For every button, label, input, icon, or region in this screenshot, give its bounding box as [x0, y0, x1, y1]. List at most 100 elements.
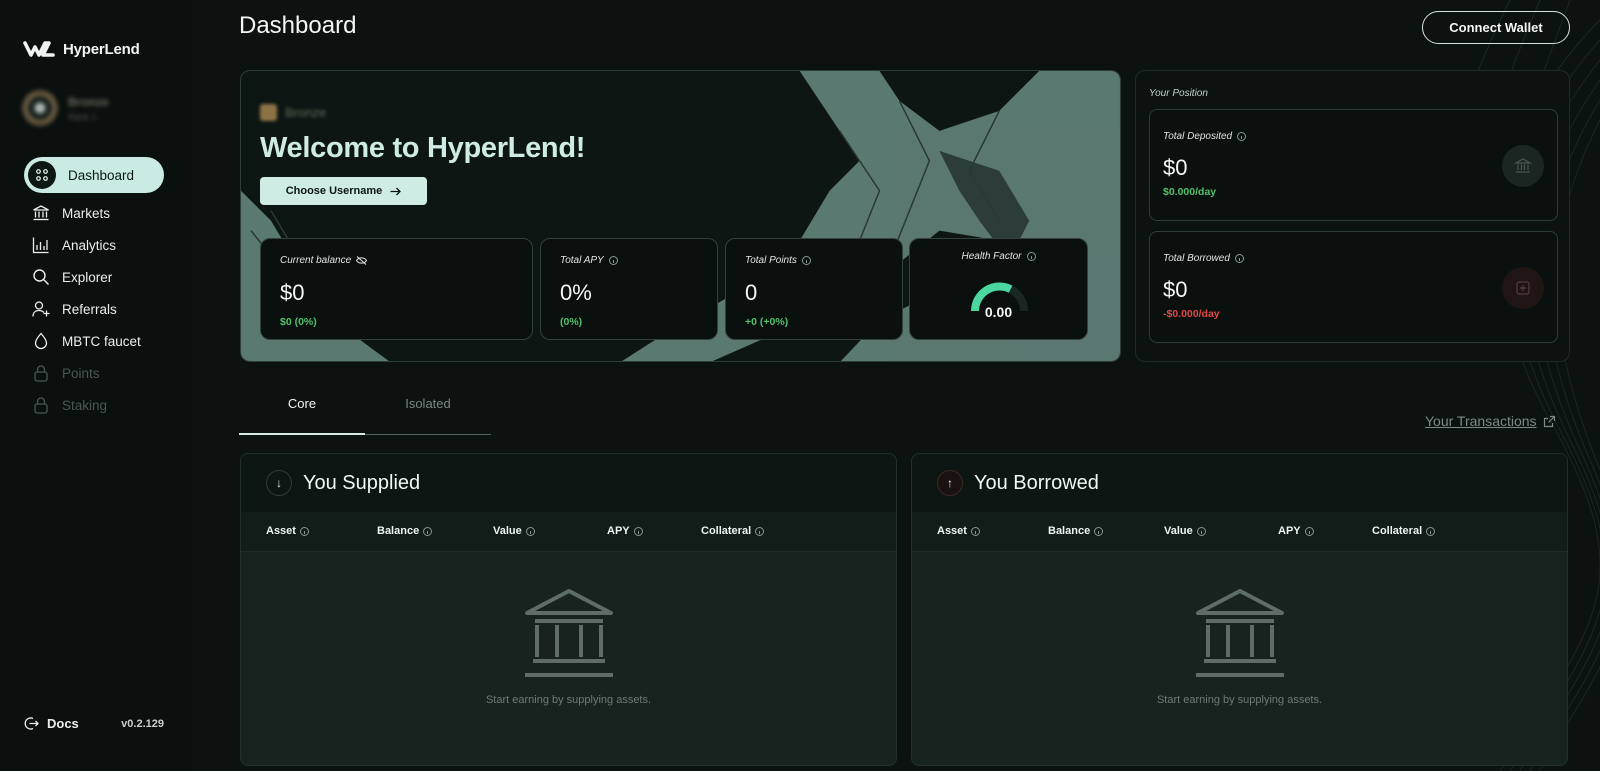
supplied-columns: Asset Balance Value APY Collateral [241, 512, 896, 552]
arrow-up-icon: ↑ [937, 470, 963, 496]
tab-isolated[interactable]: Isolated [365, 396, 491, 411]
column-collateral[interactable]: Collateral [1372, 525, 1436, 537]
column-balance[interactable]: Balance [377, 525, 433, 537]
choose-username-label: Choose Username [285, 185, 383, 197]
you-borrowed-panel: ↑ You Borrowed Asset Balance Value APY C… [911, 453, 1568, 766]
page-title: Dashboard [239, 12, 357, 39]
sidebar-item-points[interactable]: Points [24, 357, 164, 389]
info-icon[interactable] [525, 526, 535, 536]
sidebar-item-analytics[interactable]: Analytics [24, 229, 164, 261]
total-deposited-value: $0 [1163, 155, 1188, 180]
borrow-icon [1502, 267, 1544, 309]
app-name: HyperLend [63, 40, 140, 58]
column-value[interactable]: Value [493, 525, 535, 537]
grid-icon [28, 161, 56, 189]
rank-subtitle: Rank 1 [68, 111, 97, 122]
current-balance-card: Current balance $0 $0 (0%) [260, 238, 533, 340]
total-apy-label: Total APY [560, 255, 604, 266]
docs-label: Docs [47, 716, 79, 731]
info-icon[interactable] [1426, 526, 1436, 536]
you-supplied-panel: ↓ You Supplied Asset Balance Value APY C… [240, 453, 897, 766]
info-icon[interactable] [1196, 526, 1206, 536]
info-icon[interactable] [1234, 254, 1244, 263]
faucet-icon [34, 332, 48, 350]
column-asset[interactable]: Asset [266, 525, 309, 537]
health-factor-label: Health Factor [961, 251, 1022, 262]
connect-wallet-button[interactable]: Connect Wallet [1422, 11, 1570, 44]
sidebar-item-staking[interactable]: Staking [24, 389, 164, 421]
info-icon[interactable] [299, 526, 309, 536]
lock-icon [34, 397, 48, 414]
info-icon[interactable] [1026, 252, 1036, 261]
borrowed-columns: Asset Balance Value APY Collateral [912, 512, 1567, 552]
search-icon [33, 269, 49, 285]
borrowed-empty-text: Start earning by supplying assets. [1156, 694, 1323, 706]
empty-bank-icon [524, 589, 613, 677]
info-icon[interactable] [608, 256, 618, 265]
column-asset[interactable]: Asset [937, 525, 980, 537]
sidebar-item-label: Points [62, 365, 100, 381]
sidebar-item-dashboard[interactable]: Dashboard [24, 157, 164, 193]
sidebar-nav: Dashboard Markets Analytics Explorer Ref… [24, 157, 164, 421]
market-tabs: Core Isolated [239, 396, 492, 436]
total-apy-card: Total APY 0% (0%) [540, 238, 718, 340]
total-apy-value: 0% [560, 280, 592, 305]
info-icon[interactable] [1304, 526, 1314, 536]
tier-badge: Bronze [260, 104, 326, 121]
app-version: v0.2.129 [121, 717, 164, 730]
sidebar-item-mbtc-faucet[interactable]: MBTC faucet [24, 325, 164, 357]
logo[interactable]: HyperLend [23, 40, 140, 58]
column-value[interactable]: Value [1164, 525, 1206, 537]
total-points-card: Total Points 0 +0 (+0%) [725, 238, 903, 340]
choose-username-button[interactable]: Choose Username [260, 177, 427, 205]
total-borrowed-card: Total Borrowed $0 -$0.000/day [1149, 231, 1558, 343]
info-icon[interactable] [423, 526, 433, 536]
supplied-empty-text: Start earning by supplying assets. [485, 694, 652, 706]
sidebar: HyperLend Bronze Rank 1 Dashboard Market… [0, 0, 192, 771]
total-points-change: +0 (+0%) [745, 316, 789, 328]
your-transactions-link[interactable]: Your Transactions [1425, 413, 1556, 429]
total-deposited-label: Total Deposited [1163, 131, 1233, 142]
total-borrowed-value: $0 [1163, 277, 1188, 302]
info-icon[interactable] [1237, 132, 1247, 141]
tier-badge-label: Bronze [285, 105, 327, 120]
rank-profile[interactable]: Bronze Rank 1 [22, 90, 109, 126]
total-points-label: Total Points [745, 255, 797, 266]
current-balance-value: $0 [280, 280, 305, 305]
sidebar-item-markets[interactable]: Markets [24, 197, 164, 229]
sidebar-item-referrals[interactable]: Referrals [24, 293, 164, 325]
column-apy[interactable]: APY [607, 525, 643, 537]
info-icon[interactable] [755, 526, 765, 536]
column-collateral[interactable]: Collateral [701, 525, 765, 537]
column-apy[interactable]: APY [1278, 525, 1314, 537]
column-balance[interactable]: Balance [1048, 525, 1104, 537]
you-supplied-title: You Supplied [303, 471, 421, 494]
you-borrowed-title: You Borrowed [974, 471, 1099, 494]
total-apy-change: (0%) [560, 316, 583, 328]
sidebar-item-label: MBTC faucet [62, 333, 141, 349]
health-factor-card: Health Factor 0.00 [909, 238, 1088, 340]
you-borrowed-header: ↑ You Borrowed [912, 454, 1567, 512]
rank-tier: Bronze [68, 94, 109, 109]
info-icon[interactable] [1094, 526, 1104, 536]
current-balance-change: $0 (0%) [280, 316, 317, 328]
total-deposited-rate: $0.000/day [1163, 186, 1217, 198]
sidebar-item-label: Analytics [62, 237, 117, 253]
sidebar-item-label: Dashboard [68, 167, 135, 183]
info-icon[interactable] [801, 256, 811, 265]
total-borrowed-label: Total Borrowed [1163, 253, 1230, 264]
info-icon[interactable] [633, 526, 643, 536]
tab-core-indicator [239, 433, 365, 435]
welcome-heading: Welcome to HyperLend! [260, 132, 586, 164]
sidebar-item-explorer[interactable]: Explorer [24, 261, 164, 293]
hyperlend-logo-icon [23, 41, 55, 57]
current-balance-label: Current balance [280, 255, 352, 266]
sidebar-item-label: Markets [62, 205, 111, 221]
info-icon[interactable] [970, 526, 980, 536]
bronze-badge-icon [260, 104, 277, 121]
tab-core[interactable]: Core [239, 396, 365, 411]
docs-link[interactable]: Docs [24, 716, 79, 731]
tab-isolated-indicator [365, 434, 491, 435]
sidebar-item-label: Explorer [62, 269, 113, 285]
eye-off-icon[interactable] [356, 256, 368, 265]
